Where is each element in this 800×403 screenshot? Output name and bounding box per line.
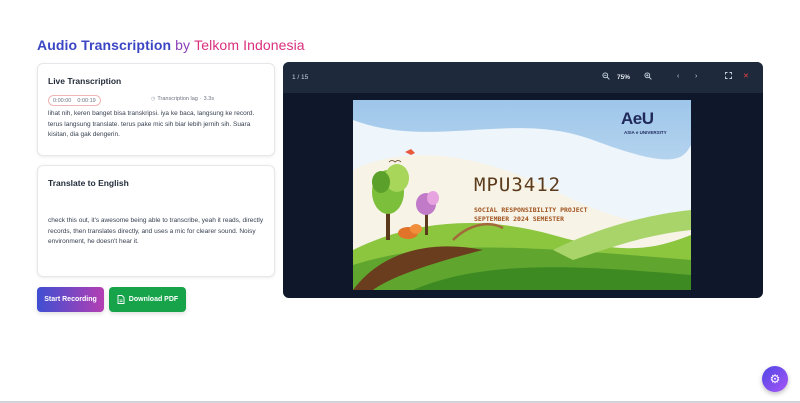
live-transcription-card: Live Transcription 0:00:00 0:00:19 ◷ Tra…	[37, 63, 275, 156]
translate-title: Translate to English	[48, 178, 129, 188]
start-recording-button[interactable]: Start Recording	[37, 287, 104, 312]
page-title: Audio Transcription by Telkom Indonesia	[37, 37, 305, 53]
zoom-in-icon[interactable]	[644, 72, 652, 84]
settings-button[interactable]: ⚙	[762, 366, 788, 392]
document-icon	[117, 295, 125, 304]
logo-subtext: ASIA e UNIVERSITY	[624, 130, 667, 135]
time-start: 0:00:00	[53, 97, 72, 104]
title-by: by	[175, 37, 191, 53]
download-pdf-label: Download PDF	[128, 296, 179, 303]
page-count: 1 / 15	[292, 74, 309, 81]
title-org: Telkom Indonesia	[194, 37, 305, 53]
translate-card: Translate to English check this out, it'…	[37, 165, 275, 277]
chevron-left-icon[interactable]: ‹	[677, 72, 679, 82]
gear-icon: ⚙	[769, 372, 781, 386]
lag-separator: ·	[199, 96, 202, 102]
download-pdf-button[interactable]: Download PDF	[109, 287, 186, 312]
start-recording-label: Start Recording	[44, 296, 97, 303]
title-main: Audio Transcription	[37, 37, 172, 53]
time-range-pill: 0:00:00 0:00:19	[48, 95, 101, 106]
course-code: MPU3412	[474, 174, 562, 196]
clock-icon: ◷	[151, 96, 156, 102]
viewer-toolbar: 1 / 15 75% ‹ › ✕	[283, 62, 763, 93]
chevron-right-icon[interactable]: ›	[695, 72, 697, 82]
slide-subtitle-1: SOCIAL RESPONSIBILITY PROJECT	[474, 206, 588, 214]
pdf-page: AeU ASIA e UNIVERSITY MPU3412 SOCIAL RES…	[353, 100, 691, 290]
pdf-viewer: 1 / 15 75% ‹ › ✕ AeU ASIA e UNIVERSITY M…	[283, 62, 763, 298]
zoom-out-icon[interactable]	[602, 72, 610, 84]
close-icon[interactable]: ✕	[743, 72, 749, 82]
lag-value: 3.3s	[203, 96, 215, 102]
zoom-level: 75%	[617, 74, 631, 81]
slide-subtitle-2: SEPTEMBER 2024 SEMESTER	[474, 215, 565, 223]
time-end: 0:00:19	[77, 97, 96, 104]
live-transcription-title: Live Transcription	[48, 76, 122, 86]
live-transcription-text: lihat nih, keren banget bisa transkripsi…	[48, 110, 255, 138]
logo-text: AeU	[621, 109, 654, 128]
fullscreen-icon[interactable]	[725, 72, 732, 83]
translate-text: check this out, it's awesome being able …	[48, 217, 264, 245]
lag-label: Transcription lag	[157, 96, 198, 102]
transcription-lag: ◷ Transcription lag · 3.3s	[151, 96, 214, 102]
